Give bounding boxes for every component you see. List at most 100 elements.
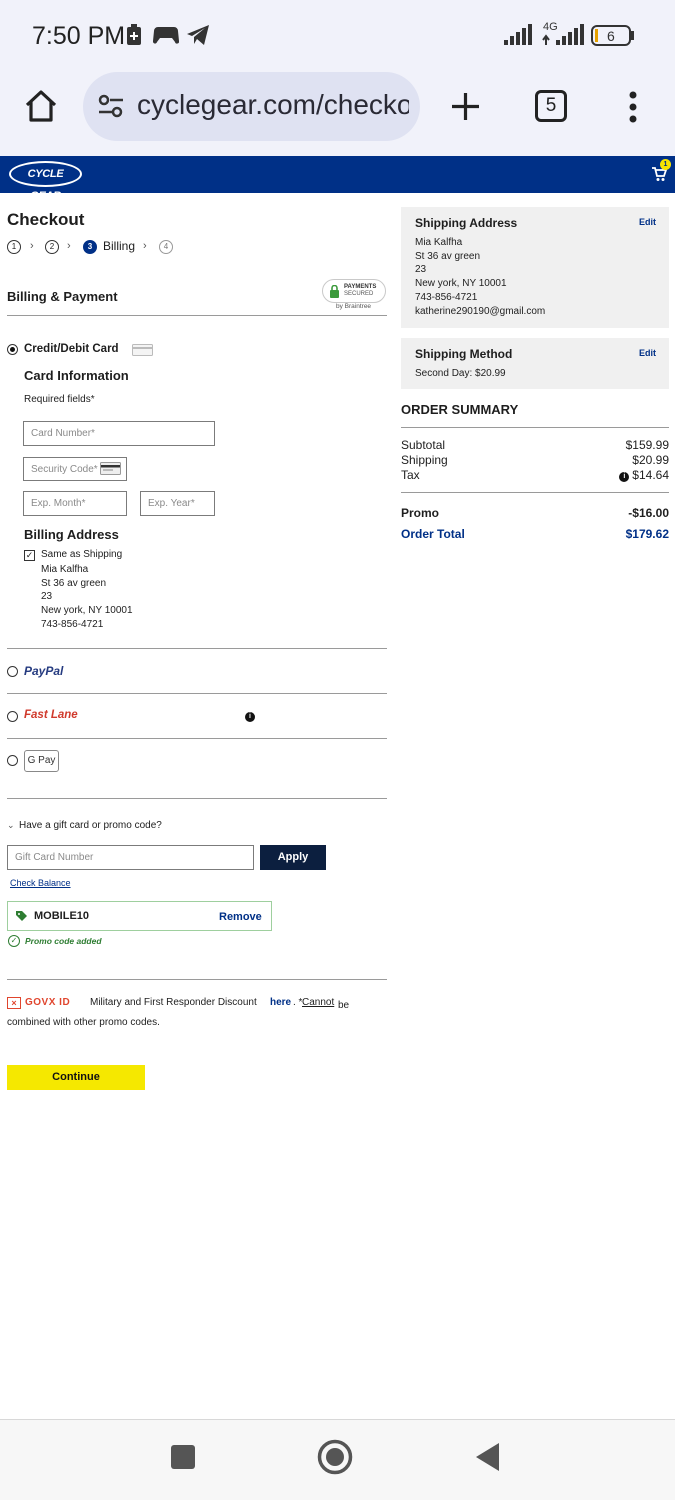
shipping-method-panel: Shipping Method Edit Second Day: $20.99 [401,338,669,389]
card-number-input[interactable]: Card Number* [23,421,215,446]
signal-4g-icon [542,24,584,45]
apply-button[interactable]: Apply [260,845,326,870]
promo-chevron-icon[interactable]: ⌄ [7,820,15,831]
tax-value-wrap: i $14.64 [619,468,669,482]
braintree-label: by Braintree [336,303,372,310]
fastlane-info-icon[interactable]: i [245,712,255,722]
tag-icon [16,911,27,921]
shipping-address-line: 743-856-4721 [415,291,478,303]
battery-percent: 6 [607,28,615,44]
step-chevron-icon: › [67,240,71,252]
gift-card-input[interactable]: Gift Card Number [7,845,254,870]
cyclegear-logo[interactable]: CYCLE GEAR [9,161,82,202]
step-1[interactable]: 1 [7,240,21,254]
billing-address-line: New york, NY 10001 [41,605,133,617]
gpay-radio[interactable] [7,755,18,766]
billing-address-line: St 36 av green [41,577,107,589]
step-4: 4 [159,240,173,254]
promo-row: Promo -$16.00 [401,506,669,520]
secured-badge-line1: PAYMENTS [344,284,377,290]
same-as-shipping-label[interactable]: Same as Shipping [41,549,122,560]
system-nav-bar [0,1420,675,1500]
check-balance-link[interactable]: Check Balance [10,878,71,888]
continue-button[interactable]: Continue [7,1065,145,1090]
promo-value: -$16.00 [628,506,669,520]
home-icon[interactable] [24,89,58,123]
fastlane-radio[interactable] [7,711,18,722]
edit-shipping-method-link[interactable]: Edit [639,348,656,358]
exp-year-select[interactable]: Exp. Year* [140,491,215,516]
exp-month-select[interactable]: Exp. Month* [23,491,127,516]
battery-tip [631,31,634,40]
fastlane-logo[interactable]: Fast Lane [24,709,78,721]
gamepad-icon [153,27,179,44]
check-circle-icon: ✓ [8,935,20,947]
shipping-address-line: 23 [415,264,427,276]
billing-section-title: Billing & Payment [7,289,118,304]
page-title: Checkout [7,210,85,229]
required-note: Required fields* [24,394,95,405]
step-active-label: Billing [103,239,136,253]
promo-toggle[interactable]: Have a gift card or promo code? [19,820,162,831]
shipping-email: katherine290190@gmail.com [415,305,546,317]
battery-level [595,29,598,42]
remove-promo-button[interactable]: Remove [219,911,262,923]
same-as-shipping-checkbox[interactable]: ✓ [24,550,35,561]
billing-address-block: Mia Kalfha St 36 av green 23 New york, N… [41,563,133,632]
card-option-label[interactable]: Credit/Debit Card [24,343,119,355]
divider [401,427,669,428]
recents-button[interactable] [171,1445,195,1469]
status-bar: 7:50 PM 4G 6 [0,0,675,72]
shipping-method-value: Second Day: $20.99 [415,368,506,379]
telegram-icon [187,25,209,45]
shipping-address-line: New york, NY 10001 [415,278,507,290]
step-3: 3 [83,240,97,254]
tab-switcher-button[interactable]: 5 [535,90,567,122]
govx-text-rest: be combined with other promo codes. [7,1000,350,1028]
shipping-method-title: Shipping Method [415,347,513,361]
promo-added-message: Promo code added [25,936,102,946]
more-menu-icon[interactable] [627,90,639,124]
shipping-address-panel: Shipping Address Edit Mia Kalfha St 36 a… [401,207,669,328]
divider [7,738,387,739]
subtotal-row: Subtotal $159.99 [401,438,669,452]
billing-address-line: Mia Kalfha [41,564,89,575]
tax-label: Tax [401,468,420,482]
step-chevron-icon: › [143,240,147,252]
applied-promo-code: MOBILE10 [34,910,90,922]
secured-badge-line2: SECURED [344,291,374,297]
battery-icon: 6 [591,25,631,46]
browser-toolbar: cyclegear.com/checkout 5 [0,72,675,156]
billing-address-line: 23 [41,591,53,603]
cart-count-badge: 1 [660,159,671,170]
tax-info-icon[interactable]: i [619,472,630,482]
edit-shipping-address-link[interactable]: Edit [639,217,656,227]
card-info-title: Card Information [24,368,129,383]
site-settings-icon[interactable] [97,94,125,118]
cvv-card-icon [100,462,121,475]
home-nav-button[interactable] [317,1439,353,1475]
shipping-row: Shipping $20.99 [401,453,669,467]
back-button[interactable] [475,1442,500,1472]
new-tab-icon[interactable] [450,91,481,122]
order-total-value: $179.62 [625,527,669,541]
url-text[interactable]: cyclegear.com/checkout [137,89,409,121]
status-time: 7:50 PM [32,22,126,50]
signal-icon [504,24,532,45]
step-2[interactable]: 2 [45,240,59,254]
paypal-radio[interactable] [7,666,18,677]
applied-promo-box: MOBILE10 Remove [7,901,272,931]
divider [7,648,387,649]
shipping-address-line: St 36 av green [415,250,481,262]
step-chevron-icon: › [30,240,34,252]
tax-row: Tax i $14.64 [401,468,669,482]
payments-secured-badge: PAYMENTS SECURED [322,279,386,303]
paypal-logo[interactable]: PayPal [24,664,63,678]
card-radio[interactable] [7,344,18,355]
gpay-logo[interactable]: G Pay [24,750,59,772]
lock-icon [330,285,339,298]
order-total-row: Order Total $179.62 [401,527,669,541]
subtotal-value: $159.99 [625,438,669,452]
url-bar[interactable]: cyclegear.com/checkout [83,72,420,141]
shipping-address-block: Mia Kalfha St 36 av green 23 New york, N… [415,236,545,318]
